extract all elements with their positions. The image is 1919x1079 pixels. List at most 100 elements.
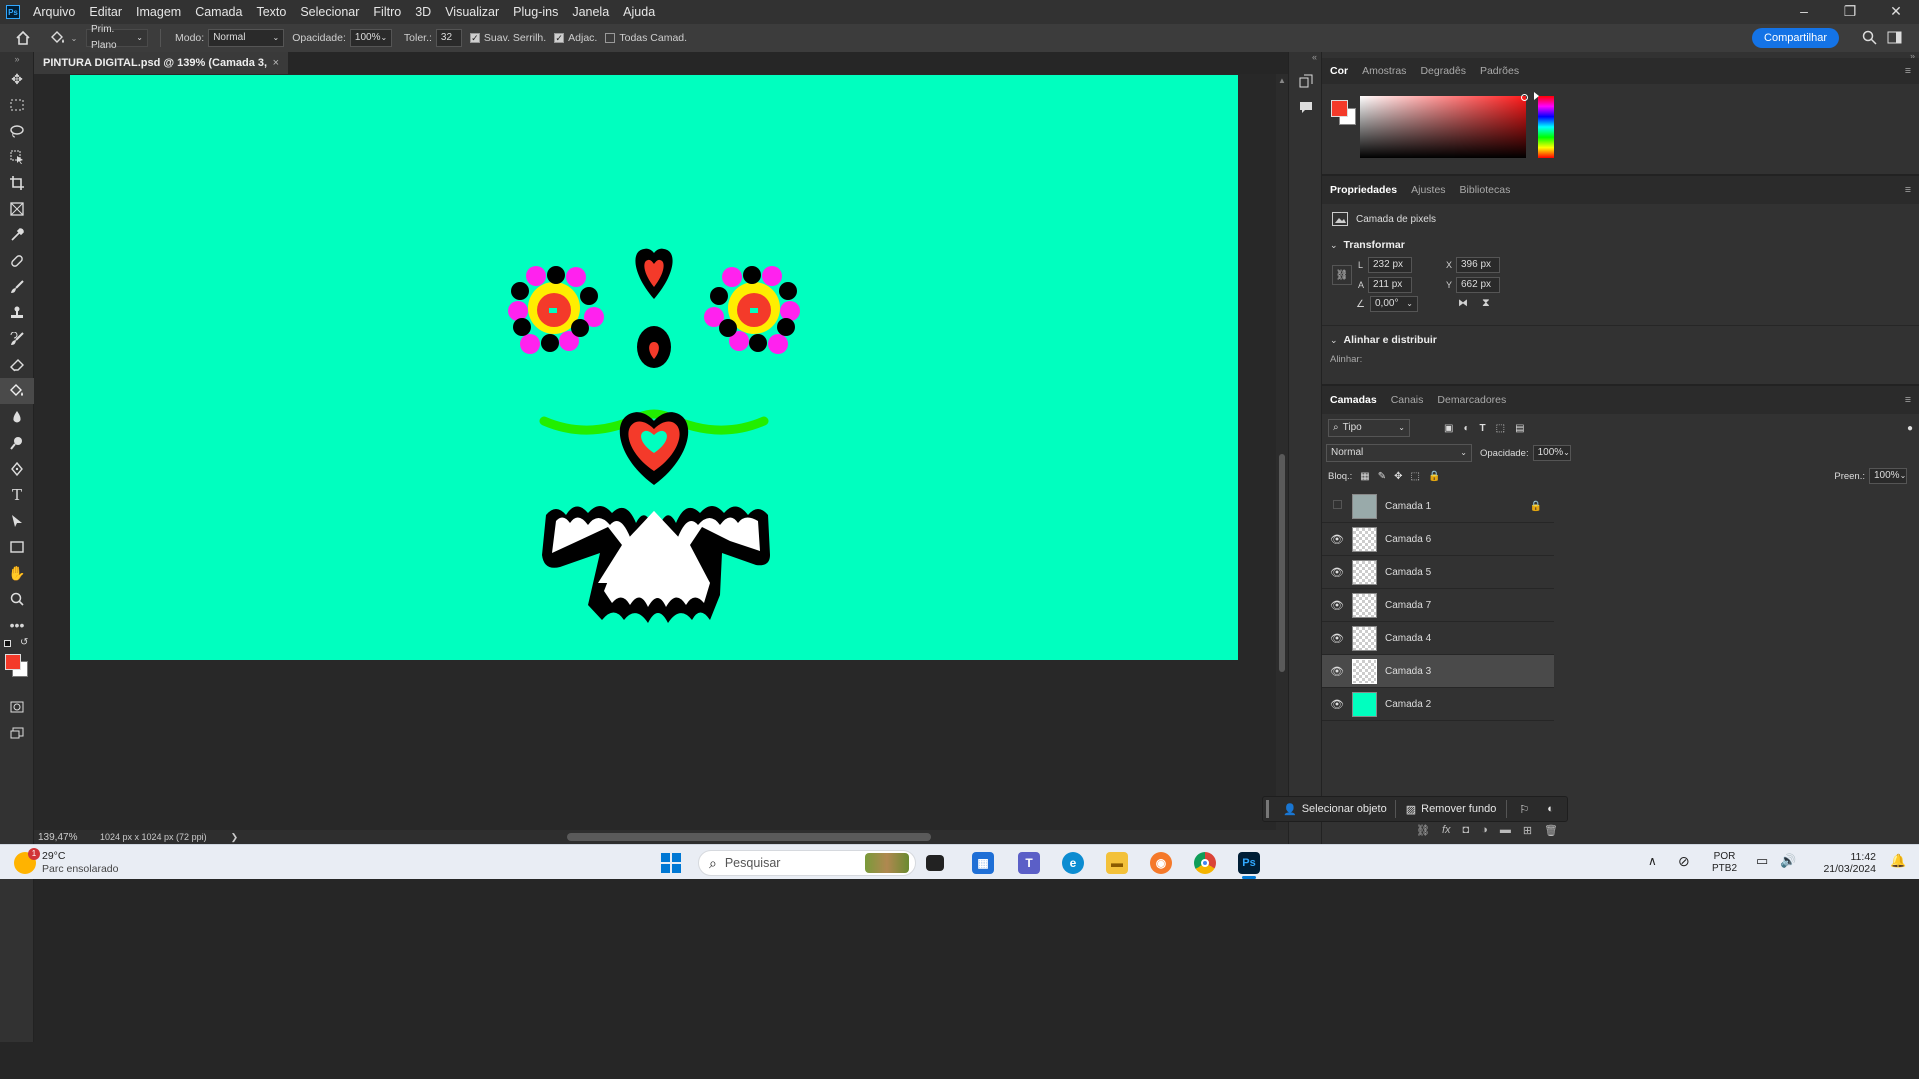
photoshop-logo-icon[interactable]: Ps <box>6 5 20 19</box>
paint-bucket-tool-icon[interactable] <box>0 378 34 404</box>
rectangle-tool-icon[interactable] <box>0 534 34 560</box>
stamp-tool-icon[interactable] <box>0 300 34 326</box>
layer-row[interactable]: Camada 1 🔒 <box>1322 490 1554 523</box>
windows-start-icon[interactable] <box>660 852 682 874</box>
eye-icon[interactable]: 👁 <box>1326 632 1348 645</box>
menu-plugins[interactable]: Plug-ins <box>506 0 565 24</box>
close-tab-icon[interactable]: × <box>273 52 279 74</box>
file-explorer-icon[interactable]: ▬ <box>1106 852 1128 874</box>
eye-icon[interactable]: 👁 <box>1326 665 1348 678</box>
eye-icon[interactable]: 👁 <box>1326 599 1348 612</box>
eye-icon[interactable]: 👁 <box>1326 566 1348 579</box>
angle-input[interactable]: 0,00° ⌄ <box>1370 296 1418 312</box>
notification-bell-icon[interactable]: 🔔 <box>1890 853 1906 869</box>
photoshop-taskbar-icon[interactable]: Ps <box>1238 852 1260 874</box>
opacity-input[interactable]: 100% ⌄ <box>349 29 392 47</box>
add-mask-icon[interactable]: ◘ <box>1463 824 1470 836</box>
menu-selecionar[interactable]: Selecionar <box>293 0 366 24</box>
tab-demarcadores[interactable]: Demarcadores <box>1437 394 1506 406</box>
menu-editar[interactable]: Editar <box>82 0 129 24</box>
x-input[interactable]: 396 px <box>1456 257 1500 273</box>
tab-propriedades[interactable]: Propriedades <box>1330 184 1397 196</box>
layer-row[interactable]: 👁 Camada 5 <box>1322 556 1554 589</box>
zoom-tool-icon[interactable] <box>0 586 34 612</box>
menu-arquivo[interactable]: Arquivo <box>26 0 82 24</box>
panel-menu-icon[interactable]: ≡ <box>1905 184 1911 196</box>
display-icon[interactable]: ▭ <box>1756 853 1768 869</box>
scroll-up-icon[interactable]: ▲ <box>1278 76 1286 85</box>
screen-mode-icon[interactable] <box>0 720 34 746</box>
lock-artboard-icon[interactable]: ⬚ <box>1411 471 1420 482</box>
volume-icon[interactable]: 🔊 <box>1780 853 1796 869</box>
new-group-icon[interactable]: ▬ <box>1500 824 1511 836</box>
workspace-icon[interactable] <box>1887 31 1905 44</box>
edge-icon[interactable]: e <box>1062 852 1084 874</box>
filter-toggle-icon[interactable]: ● <box>1907 423 1913 434</box>
adjustment-layer-icon[interactable]: ◑ <box>1481 824 1488 836</box>
history-brush-tool-icon[interactable] <box>0 326 34 352</box>
tolerance-input[interactable]: 32 <box>435 29 462 47</box>
tab-amostras[interactable]: Amostras <box>1362 65 1406 77</box>
eraser-tool-icon[interactable] <box>0 352 34 378</box>
tab-cor[interactable]: Cor <box>1330 65 1348 77</box>
minimize-button[interactable]: – <box>1781 0 1827 24</box>
width-input[interactable]: 232 px <box>1368 257 1412 273</box>
height-input[interactable]: 211 px <box>1368 277 1412 293</box>
filter-adjustment-icon[interactable]: ◐ <box>1463 423 1469 434</box>
foreground-color-swatch[interactable] <box>5 654 21 670</box>
new-layer-icon[interactable]: ⊞ <box>1523 824 1532 837</box>
canvas[interactable] <box>70 75 1238 660</box>
layer-row-selected[interactable]: 👁 Camada 3 <box>1322 655 1554 688</box>
paint-bucket-icon[interactable]: ⌄ <box>46 30 80 46</box>
healing-brush-tool-icon[interactable] <box>0 248 34 274</box>
layer-row[interactable]: 👁 Camada 4 <box>1322 622 1554 655</box>
fill-input[interactable]: 100% ⌄ <box>1869 468 1907 484</box>
filter-pixel-icon[interactable]: ▣ <box>1444 423 1453 434</box>
lock-image-icon[interactable]: ✎ <box>1378 471 1386 482</box>
filter-smart-object-icon[interactable]: ▤ <box>1515 423 1524 434</box>
task-view-icon[interactable] <box>926 855 944 871</box>
hue-slider[interactable] <box>1534 92 1554 158</box>
tab-camadas[interactable]: Camadas <box>1330 394 1377 406</box>
close-button[interactable]: ✕ <box>1873 0 1919 24</box>
taskbar-search[interactable]: ⌕ Pesquisar <box>698 850 916 876</box>
move-tool-icon[interactable]: ✥ <box>0 66 34 92</box>
brush-tool-icon[interactable] <box>0 274 34 300</box>
drag-handle[interactable] <box>1266 800 1269 818</box>
menu-filtro[interactable]: Filtro <box>366 0 408 24</box>
teams-icon[interactable]: T <box>1018 852 1040 874</box>
frame-tool-icon[interactable] <box>0 196 34 222</box>
menu-ajuda[interactable]: Ajuda <box>616 0 662 24</box>
y-input[interactable]: 662 px <box>1456 277 1500 293</box>
horizontal-scroll-thumb[interactable] <box>567 833 931 841</box>
swap-colors-icon[interactable]: ↺ <box>20 637 28 648</box>
chevron-down-icon[interactable]: ⌄ <box>1330 335 1338 346</box>
history-icon[interactable] <box>1289 68 1323 94</box>
collapse-icon[interactable]: » <box>0 52 34 66</box>
show-hidden-icons[interactable]: ∧ <box>1648 854 1657 868</box>
search-icon[interactable] <box>1862 30 1877 45</box>
eye-icon[interactable]: 👁 <box>1326 533 1348 546</box>
tab-ajustes[interactable]: Ajustes <box>1411 184 1445 196</box>
crop-tool-icon[interactable] <box>0 170 34 196</box>
panel-menu-icon[interactable]: ≡ <box>1905 65 1911 77</box>
tab-padroes[interactable]: Padrões <box>1480 65 1519 77</box>
restore-button[interactable]: ❐ <box>1827 0 1873 24</box>
transform-section[interactable]: ⌄ Transformar <box>1330 239 1919 251</box>
type-tool-icon[interactable]: T <box>0 482 34 508</box>
zoom-level[interactable]: 139,47% <box>38 832 90 843</box>
menu-camada[interactable]: Camada <box>188 0 249 24</box>
filter-shape-icon[interactable]: ⬚ <box>1496 423 1505 434</box>
microsoft-store-icon[interactable]: ▦ <box>972 852 994 874</box>
vertical-scroll-thumb[interactable] <box>1279 454 1285 672</box>
more-tools-icon[interactable]: ••• <box>0 612 34 638</box>
tab-bibliotecas[interactable]: Bibliotecas <box>1460 184 1511 196</box>
menu-janela[interactable]: Janela <box>565 0 616 24</box>
default-colors-icon[interactable] <box>4 640 11 647</box>
adjacent-checkbox[interactable]: ✓ Adjac. <box>554 32 597 44</box>
comments-icon[interactable] <box>1289 94 1323 120</box>
status-menu-icon[interactable]: ❯ <box>231 832 239 843</box>
pen-tool-icon[interactable] <box>0 456 34 482</box>
task-bar-more-icon[interactable]: ◐ <box>1547 803 1554 815</box>
document-tab[interactable]: PINTURA DIGITAL.psd @ 139% (Camada 3, RG… <box>34 52 288 91</box>
